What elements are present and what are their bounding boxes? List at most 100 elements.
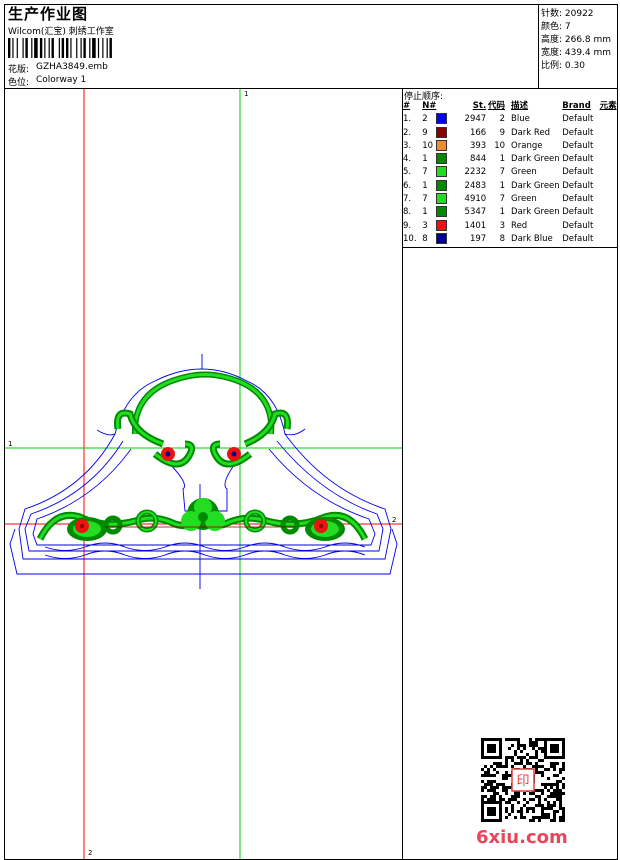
- stat-scale: 比例: 0.30: [541, 61, 585, 71]
- row-brand: Default: [562, 127, 594, 138]
- row-needle: 7: [422, 193, 455, 206]
- row-stitches: 197: [469, 233, 487, 244]
- row-code: 1: [499, 154, 506, 165]
- col-desc: 描述: [511, 101, 529, 111]
- blue-outline: [9, 354, 398, 589]
- row-desc: Orange: [511, 140, 543, 151]
- color-swatch: [436, 113, 448, 125]
- row-index: 7.: [403, 194, 412, 205]
- row-brand: Default: [562, 154, 594, 165]
- row-needle: 3: [422, 219, 455, 233]
- row-stitches: 2232: [464, 167, 487, 178]
- color-swatch: [436, 206, 448, 218]
- design-canvas[interactable]: 1 1 2 2: [5, 89, 402, 859]
- row-index: 3.: [403, 140, 412, 151]
- row-element: [598, 233, 620, 246]
- guide-label-right: 2: [392, 516, 396, 524]
- row-needle: 1: [422, 153, 455, 166]
- row-element: [598, 113, 620, 126]
- row-code: 2: [499, 114, 506, 125]
- color-swatch: [436, 166, 448, 178]
- table-row: 6. 1 2483 1 Dark Green Default: [403, 179, 620, 193]
- row-code: 8: [499, 233, 506, 244]
- col-code: 代码: [488, 101, 506, 111]
- row-element: [598, 206, 620, 219]
- row-desc: Dark Red: [511, 127, 551, 138]
- site-watermark: 6xiu.com: [476, 827, 568, 848]
- row-needle: 2: [422, 113, 455, 126]
- row-brand: Default: [562, 180, 594, 191]
- row-needle-value: 3: [422, 220, 428, 231]
- col-element: 元素: [599, 101, 617, 111]
- row-stitches: 844: [469, 154, 487, 165]
- row-needle: 10: [422, 139, 455, 153]
- stat-width: 宽度: 439.4 mm: [541, 48, 612, 58]
- color-swatch: [436, 193, 448, 205]
- row-index: 8.: [403, 207, 412, 218]
- qr-code: 印: [481, 738, 565, 822]
- color-swatch: [436, 179, 448, 191]
- color-swatch: [436, 232, 448, 244]
- row-code: 3: [499, 220, 506, 231]
- design-value: GZHA3849.emb: [36, 62, 108, 72]
- row-element: [598, 153, 620, 166]
- stat-colors: 颜色: 7: [541, 22, 571, 32]
- row-desc: Blue: [511, 114, 530, 125]
- row-desc: Dark Blue: [511, 233, 553, 244]
- row-needle-value: 1: [422, 154, 428, 165]
- row-index: 9.: [403, 220, 412, 231]
- row-desc: Green: [511, 194, 537, 205]
- row-needle-value: 10: [422, 140, 434, 151]
- table-row: 2. 9 166 9 Dark Red Default: [403, 126, 620, 140]
- col-stitches: St.: [472, 101, 487, 111]
- barcode: [8, 38, 112, 58]
- guide-label-bottom: 2: [88, 849, 92, 857]
- company-name: Wilcom(汇宝) 刺绣工作室: [8, 27, 114, 37]
- stat-height: 高度: 266.8 mm: [541, 35, 612, 45]
- row-code: 1: [499, 180, 506, 191]
- row-needle-value: 8: [422, 233, 428, 244]
- row-index: 6.: [403, 180, 412, 191]
- row-needle-value: 1: [422, 207, 428, 218]
- row-element: [598, 180, 620, 193]
- color-swatch: [436, 219, 448, 231]
- row-needle-value: 7: [422, 167, 428, 178]
- row-brand: Default: [562, 207, 594, 218]
- row-index: 4.: [403, 154, 412, 165]
- color-swatch: [436, 153, 448, 165]
- col-needle: N#: [422, 101, 437, 111]
- row-brand: Default: [562, 114, 594, 125]
- row-code: 9: [499, 127, 506, 138]
- row-needle-value: 2: [422, 114, 428, 125]
- row-element: [598, 166, 620, 179]
- row-stitches: 2483: [464, 180, 487, 191]
- row-index: 5.: [403, 167, 412, 178]
- table-row: 9. 3 1401 3 Red Default: [403, 219, 620, 233]
- colorway-label: 色位:: [8, 78, 30, 88]
- row-code: 1: [499, 207, 506, 218]
- row-desc: Green: [511, 167, 537, 178]
- row-brand: Default: [562, 167, 594, 178]
- row-needle: 9: [422, 126, 455, 140]
- table-row: 4. 1 844 1 Dark Green Default: [403, 153, 620, 166]
- row-brand: Default: [562, 233, 594, 244]
- row-brand: Default: [562, 140, 594, 151]
- col-brand: Brand: [562, 101, 591, 111]
- row-needle: 1: [422, 206, 455, 219]
- row-stitches: 2947: [464, 114, 487, 125]
- table-row: 1. 2 2947 2 Blue Default: [403, 113, 620, 126]
- row-needle-value: 9: [422, 127, 428, 138]
- row-desc: Dark Green: [511, 154, 560, 165]
- row-brand: Default: [562, 194, 594, 205]
- row-stitches: 1401: [464, 220, 487, 231]
- color-swatch: [436, 139, 448, 151]
- colorway-value: Colorway 1: [36, 75, 87, 85]
- row-needle-value: 1: [422, 180, 428, 191]
- row-element: [598, 140, 620, 153]
- table-row: 3. 10 393 10 Orange Default: [403, 139, 620, 153]
- table-row: 10. 8 197 8 Dark Blue Default: [403, 232, 620, 246]
- row-code: 10: [494, 140, 506, 151]
- row-needle-value: 7: [422, 194, 428, 205]
- row-code: 7: [499, 167, 506, 178]
- row-element: [598, 220, 620, 233]
